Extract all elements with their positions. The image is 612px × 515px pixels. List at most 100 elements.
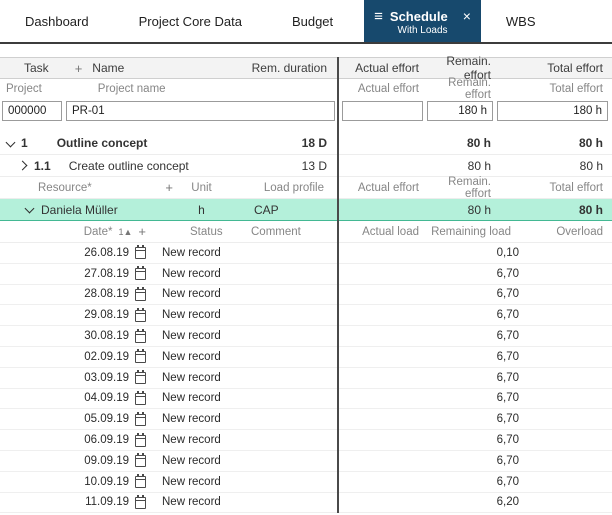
load-row[interactable]: 05.09.19 New record 6,70 xyxy=(0,409,612,430)
collapse-icon[interactable] xyxy=(6,137,16,147)
load-remaining[interactable]: 6,70 xyxy=(427,413,525,425)
task-rem-duration: 18 D xyxy=(239,136,337,150)
load-status: New record xyxy=(158,247,245,259)
col-status: Status xyxy=(158,226,245,238)
load-remaining[interactable]: 6,70 xyxy=(427,309,525,321)
load-row[interactable]: 29.08.19 New record 6,70 xyxy=(0,305,612,326)
project-total-effort-field[interactable]: 180 h xyxy=(497,101,608,121)
load-date: 26.08.19 xyxy=(84,247,129,259)
load-remaining[interactable]: 6,70 xyxy=(427,372,525,384)
load-status: New record xyxy=(158,330,245,342)
load-status: New record xyxy=(158,288,245,300)
load-remaining[interactable]: 6,70 xyxy=(427,268,525,280)
load-remaining[interactable]: 6,70 xyxy=(427,351,525,363)
tab-budget[interactable]: Budget xyxy=(267,0,358,42)
task-row-1[interactable]: 1 Outline concept 18 D 80 h 80 h xyxy=(0,132,612,155)
col-name: Name xyxy=(92,61,124,75)
col-comment: Comment xyxy=(245,226,337,238)
sort-indicator-icon[interactable]: 1▲ xyxy=(118,227,132,237)
calendar-icon[interactable] xyxy=(135,455,146,467)
col-rem-duration: Rem. duration xyxy=(239,61,337,75)
load-remaining[interactable]: 6,70 xyxy=(427,455,525,467)
task-total-effort: 80 h xyxy=(499,136,611,150)
project-id-field[interactable]: 000000 xyxy=(2,101,62,121)
col-unit: Unit xyxy=(179,182,224,194)
expand-icon[interactable] xyxy=(18,161,28,171)
load-status: New record xyxy=(158,372,245,384)
add-load-record-button[interactable]: + xyxy=(138,225,146,238)
add-resource-button[interactable]: + xyxy=(165,181,173,194)
close-icon[interactable]: × xyxy=(463,9,471,23)
load-row[interactable]: 11.09.19 New record 6,20 xyxy=(0,493,612,514)
load-date: 06.09.19 xyxy=(84,434,129,446)
task-remain-effort: 80 h xyxy=(427,159,499,173)
load-row[interactable]: 10.09.19 New record 6,70 xyxy=(0,472,612,493)
resource-load-profile: CAP xyxy=(224,203,337,217)
calendar-icon[interactable] xyxy=(135,435,146,447)
project-row: 000000 PR-01 180 h 180 h xyxy=(0,98,612,124)
load-row[interactable]: 30.08.19 New record 6,70 xyxy=(0,326,612,347)
load-date: 29.08.19 xyxy=(84,309,129,321)
col-total-effort: Total effort xyxy=(499,182,611,194)
resource-subheader: Resource* + Unit Load profile Actual eff… xyxy=(0,177,612,199)
load-remaining[interactable]: 6,70 xyxy=(427,288,525,300)
load-row[interactable]: 09.09.19 New record 6,70 xyxy=(0,451,612,472)
load-row[interactable]: 02.09.19 New record 6,70 xyxy=(0,347,612,368)
load-status: New record xyxy=(158,455,245,467)
load-remaining[interactable]: 6,70 xyxy=(427,392,525,404)
tab-schedule[interactable]: ≡ Schedule × With Loads xyxy=(364,0,481,42)
calendar-icon[interactable] xyxy=(135,268,146,280)
calendar-icon[interactable] xyxy=(135,476,146,488)
load-row[interactable]: 28.08.19 New record 6,70 xyxy=(0,285,612,306)
project-remain-effort-field[interactable]: 180 h xyxy=(427,101,493,121)
col-actual-load: Actual load xyxy=(340,226,427,238)
calendar-icon[interactable] xyxy=(135,289,146,301)
label-remain-effort: Remain. effort xyxy=(427,77,499,101)
load-remaining[interactable]: 6,70 xyxy=(427,476,525,488)
calendar-icon[interactable] xyxy=(135,393,146,405)
load-row[interactable]: 06.09.19 New record 6,70 xyxy=(0,430,612,451)
project-name-field[interactable]: PR-01 xyxy=(66,101,335,121)
resource-row[interactable]: Daniela Müller h CAP 80 h 80 h xyxy=(0,199,612,221)
tab-project-core-data[interactable]: Project Core Data xyxy=(114,0,267,42)
load-status: New record xyxy=(158,434,245,446)
load-remaining[interactable]: 0,10 xyxy=(427,247,525,259)
calendar-icon[interactable] xyxy=(135,372,146,384)
load-row[interactable]: 04.09.19 New record 6,70 xyxy=(0,389,612,410)
load-date: 04.09.19 xyxy=(84,392,129,404)
project-actual-effort-field[interactable] xyxy=(342,101,423,121)
label-project: Project xyxy=(6,83,42,95)
resource-name: Daniela Müller xyxy=(41,203,118,217)
load-status: New record xyxy=(158,351,245,363)
task-row-1-1[interactable]: 1.1 Create outline concept 13 D 80 h 80 … xyxy=(0,155,612,177)
tab-schedule-sublabel: With Loads xyxy=(398,25,448,36)
add-task-button[interactable]: + xyxy=(75,62,83,75)
calendar-icon[interactable] xyxy=(135,351,146,363)
load-date: 05.09.19 xyxy=(84,413,129,425)
col-total-effort: Total effort xyxy=(499,61,611,75)
tab-dashboard[interactable]: Dashboard xyxy=(0,0,114,42)
hamburger-icon: ≡ xyxy=(374,9,383,24)
calendar-icon[interactable] xyxy=(135,331,146,343)
calendar-icon[interactable] xyxy=(135,497,146,509)
load-remaining[interactable]: 6,70 xyxy=(427,434,525,446)
pane-divider[interactable] xyxy=(337,57,339,513)
load-row[interactable]: 03.09.19 New record 6,70 xyxy=(0,368,612,389)
tab-schedule-label: Schedule xyxy=(390,9,448,24)
load-remaining[interactable]: 6,70 xyxy=(427,330,525,342)
load-date: 02.09.19 xyxy=(84,351,129,363)
load-status: New record xyxy=(158,392,245,404)
task-wbs: 1.1 xyxy=(34,159,51,173)
calendar-icon[interactable] xyxy=(135,414,146,426)
tab-wbs[interactable]: WBS xyxy=(481,0,561,42)
spacer xyxy=(0,124,612,132)
load-row[interactable]: 26.08.19 New record 0,10 xyxy=(0,243,612,264)
load-date: 10.09.19 xyxy=(84,476,129,488)
load-date: 03.09.19 xyxy=(84,372,129,384)
load-row[interactable]: 27.08.19 New record 6,70 xyxy=(0,264,612,285)
load-remaining[interactable]: 6,20 xyxy=(427,496,525,508)
calendar-icon[interactable] xyxy=(135,310,146,322)
calendar-icon[interactable] xyxy=(135,247,146,259)
collapse-icon[interactable] xyxy=(25,204,35,214)
load-date: 28.08.19 xyxy=(84,288,129,300)
